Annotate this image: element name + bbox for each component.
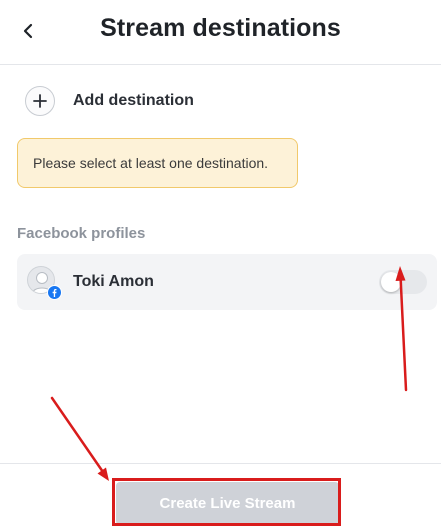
add-destination-label: Add destination <box>73 92 194 109</box>
header: Stream destinations <box>0 0 441 65</box>
profile-row[interactable]: Toki Amon <box>17 254 437 310</box>
warning-message: Please select at least one destination. <box>17 138 298 188</box>
toggle-knob <box>381 272 401 292</box>
page-title: Stream destinations <box>100 14 341 42</box>
facebook-icon <box>47 285 62 300</box>
plus-icon <box>25 86 55 116</box>
add-destination-button[interactable]: Add destination <box>25 86 194 116</box>
footer: Create Live Stream <box>0 463 441 531</box>
arrow-to-button <box>50 396 105 474</box>
create-live-stream-button[interactable]: Create Live Stream <box>116 482 339 525</box>
profile-name: Toki Amon <box>73 273 154 290</box>
facebook-profiles-label: Facebook profiles <box>17 225 146 242</box>
profile-toggle[interactable] <box>379 270 427 294</box>
warning-text: Please select at least one destination. <box>33 155 269 171</box>
